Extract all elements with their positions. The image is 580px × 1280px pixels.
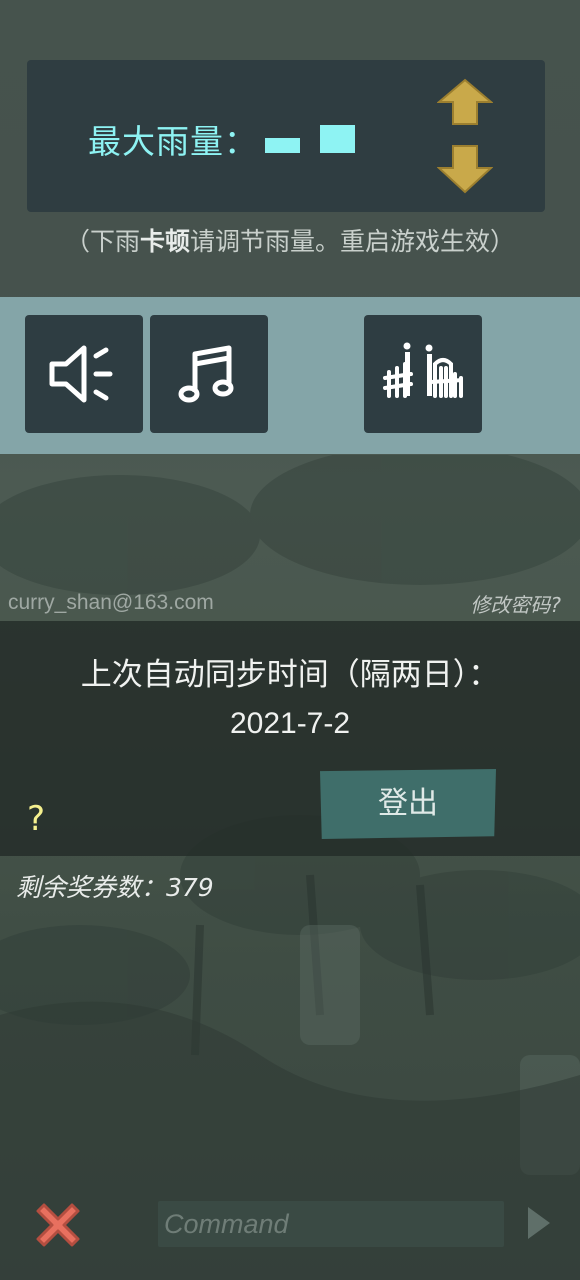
sync-panel: 上次自动同步时间（隔两日）： 2021-7-2 ? 登出 <box>0 621 580 856</box>
rain-setting-panel: 最大雨量： <box>27 60 545 212</box>
close-icon[interactable] <box>30 1197 86 1253</box>
command-input[interactable] <box>158 1201 504 1247</box>
music-toggle-button[interactable] <box>150 315 268 433</box>
max-rain-label: 最大雨量： <box>88 122 258 161</box>
increase-rain-arrow-icon[interactable] <box>437 78 493 128</box>
fence-gate-icon <box>383 342 463 398</box>
sync-date: 2021-7-2 <box>229 707 351 740</box>
rain-level-bar-2 <box>320 125 355 153</box>
speaker-icon <box>49 345 113 403</box>
decrease-rain-arrow-icon[interactable] <box>437 144 493 194</box>
remaining-tickets: 剩余奖券数：379 <box>16 873 214 902</box>
fence-gate-button[interactable] <box>364 315 482 433</box>
change-password-link[interactable]: 修改密码? <box>470 589 561 618</box>
help-button[interactable]: ? <box>27 799 45 839</box>
sound-toggle-button[interactable] <box>25 315 143 433</box>
account-email: curry_shan@163.com <box>8 591 214 614</box>
logout-button[interactable]: 登出 <box>320 769 496 839</box>
sync-title: 上次自动同步时间（隔两日）： <box>80 657 500 693</box>
send-arrow-icon[interactable] <box>526 1205 552 1241</box>
rain-level-bar-1 <box>265 138 300 153</box>
music-note-icon <box>178 345 234 403</box>
rain-hint-text: （下雨卡顿请调节雨量。重启游戏生效） <box>64 227 516 256</box>
audio-toolbar <box>0 297 580 454</box>
